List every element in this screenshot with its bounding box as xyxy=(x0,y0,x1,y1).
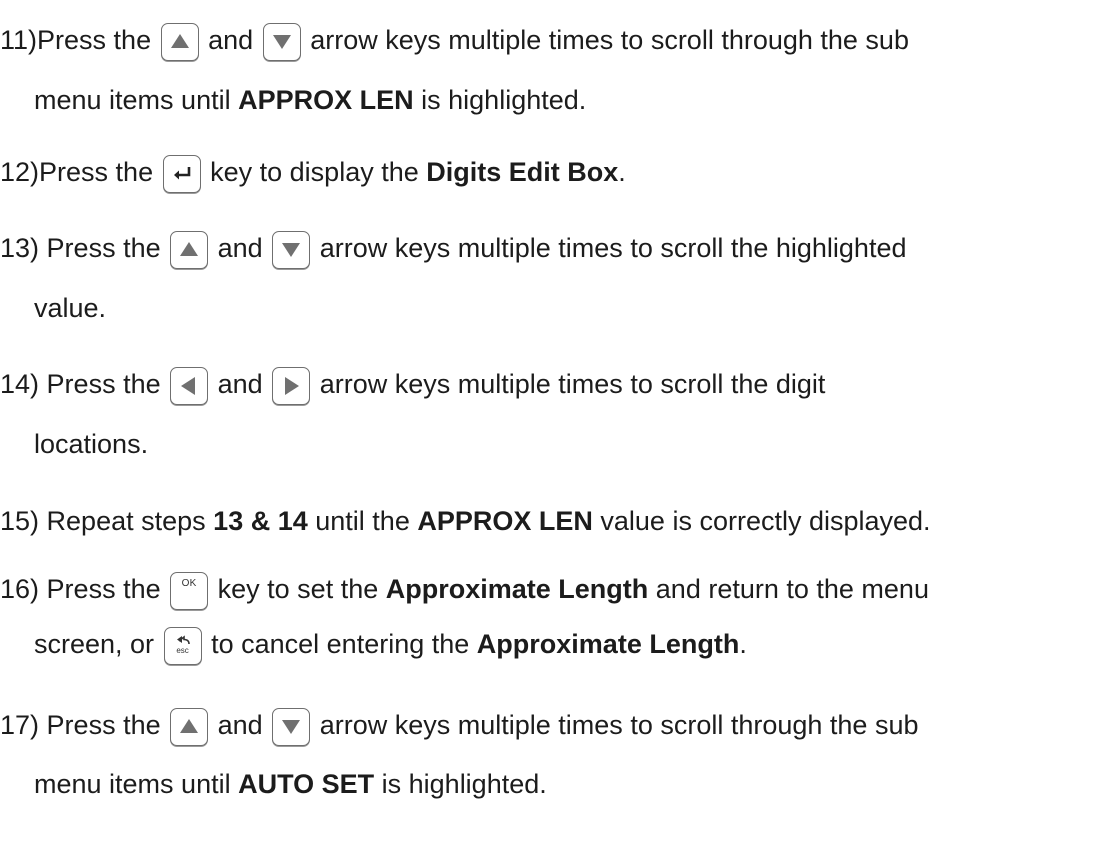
step-number: 13) xyxy=(0,233,40,263)
step-number: 11) xyxy=(0,25,38,55)
step-14: 14) Press the and arrow keys multiple ti… xyxy=(0,360,825,408)
step-number: 12) xyxy=(0,157,40,187)
step-number: 14) xyxy=(0,369,40,399)
step-text: screen, or xyxy=(34,629,155,659)
step-text: is highlighted. xyxy=(421,85,587,115)
right-arrow-key-icon xyxy=(272,366,311,405)
step-text: arrow keys multiple times to scroll thro… xyxy=(310,25,909,55)
step-11: 11)Press the and arrow keys multiple tim… xyxy=(0,16,909,64)
down-arrow-key-icon xyxy=(272,230,311,269)
ok-key-icon: OK xyxy=(170,571,209,610)
down-arrow-key-icon xyxy=(262,22,301,61)
step-12: 12)Press the key to display the Digits E… xyxy=(0,148,626,196)
step-text: until the xyxy=(315,506,410,536)
step-text: value. xyxy=(34,293,107,323)
bold-term: Approximate Length xyxy=(385,574,649,604)
step-text: menu items until xyxy=(34,769,231,799)
step-13: 13) Press the and arrow keys multiple ti… xyxy=(0,224,906,272)
bold-term: APPROX LEN xyxy=(417,506,593,536)
step-text: Press the xyxy=(46,369,161,399)
left-arrow-key-icon xyxy=(170,366,209,405)
bold-term: Approximate Length xyxy=(476,629,740,659)
step-14-continued: locations. xyxy=(34,420,148,468)
step-text: and return to the menu xyxy=(655,574,929,604)
step-16: 16) Press the OK key to set the Approxim… xyxy=(0,565,929,613)
step-text: . xyxy=(618,157,626,187)
step-text: Press the xyxy=(46,574,161,604)
step-text: to cancel entering the xyxy=(211,629,470,659)
instruction-page: { "steps": [ { "num": "11)", "press": "P… xyxy=(0,0,1120,860)
step-text: value is correctly displayed. xyxy=(600,506,931,536)
bold-term: Digits Edit Box xyxy=(426,157,619,187)
up-arrow-key-icon xyxy=(170,707,209,746)
step-text: menu items until xyxy=(34,85,231,115)
esc-key-icon: esc xyxy=(163,626,202,665)
step-text: and xyxy=(217,710,263,740)
enter-key-icon xyxy=(162,154,201,193)
step-text: locations. xyxy=(34,429,149,459)
step-17-continued: menu items until AUTO SET is highlighted… xyxy=(34,760,547,808)
esc-key-label: esc xyxy=(176,645,189,655)
step-text: and xyxy=(217,233,263,263)
step-text: key to display the xyxy=(210,157,419,187)
step-text: and xyxy=(208,25,254,55)
step-15: 15) Repeat steps 13 & 14 until the APPRO… xyxy=(0,497,931,545)
up-arrow-key-icon xyxy=(170,230,209,269)
step-number: 16) xyxy=(0,574,40,604)
step-text: Press the xyxy=(46,233,161,263)
bold-term: AUTO SET xyxy=(238,769,375,799)
bold-term: APPROX LEN xyxy=(238,85,414,115)
step-text: and xyxy=(217,369,263,399)
step-number: 15) xyxy=(0,506,40,536)
step-text: arrow keys multiple times to scroll thro… xyxy=(319,710,919,740)
step-text: . xyxy=(739,629,747,659)
step-text: is highlighted. xyxy=(381,769,547,799)
step-text: Press the xyxy=(37,25,152,55)
step-text: Press the xyxy=(39,157,154,187)
step-16-continued: screen, or esc to cancel entering the Ap… xyxy=(34,620,747,668)
step-text: Press the xyxy=(46,710,161,740)
step-text: Repeat steps xyxy=(46,506,206,536)
step-11-continued: menu items until APPROX LEN is highlight… xyxy=(34,76,586,124)
step-number: 17) xyxy=(0,710,40,740)
step-text: arrow keys multiple times to scroll the … xyxy=(319,233,907,263)
step-text: key to set the xyxy=(217,574,379,604)
step-17: 17) Press the and arrow keys multiple ti… xyxy=(0,701,918,749)
down-arrow-key-icon xyxy=(272,707,311,746)
ok-key-label: OK xyxy=(181,577,197,589)
step-text: arrow keys multiple times to scroll the … xyxy=(319,369,826,399)
up-arrow-key-icon xyxy=(160,22,199,61)
step-13-continued: value. xyxy=(34,284,106,332)
bold-term: 13 & 14 xyxy=(213,506,308,536)
